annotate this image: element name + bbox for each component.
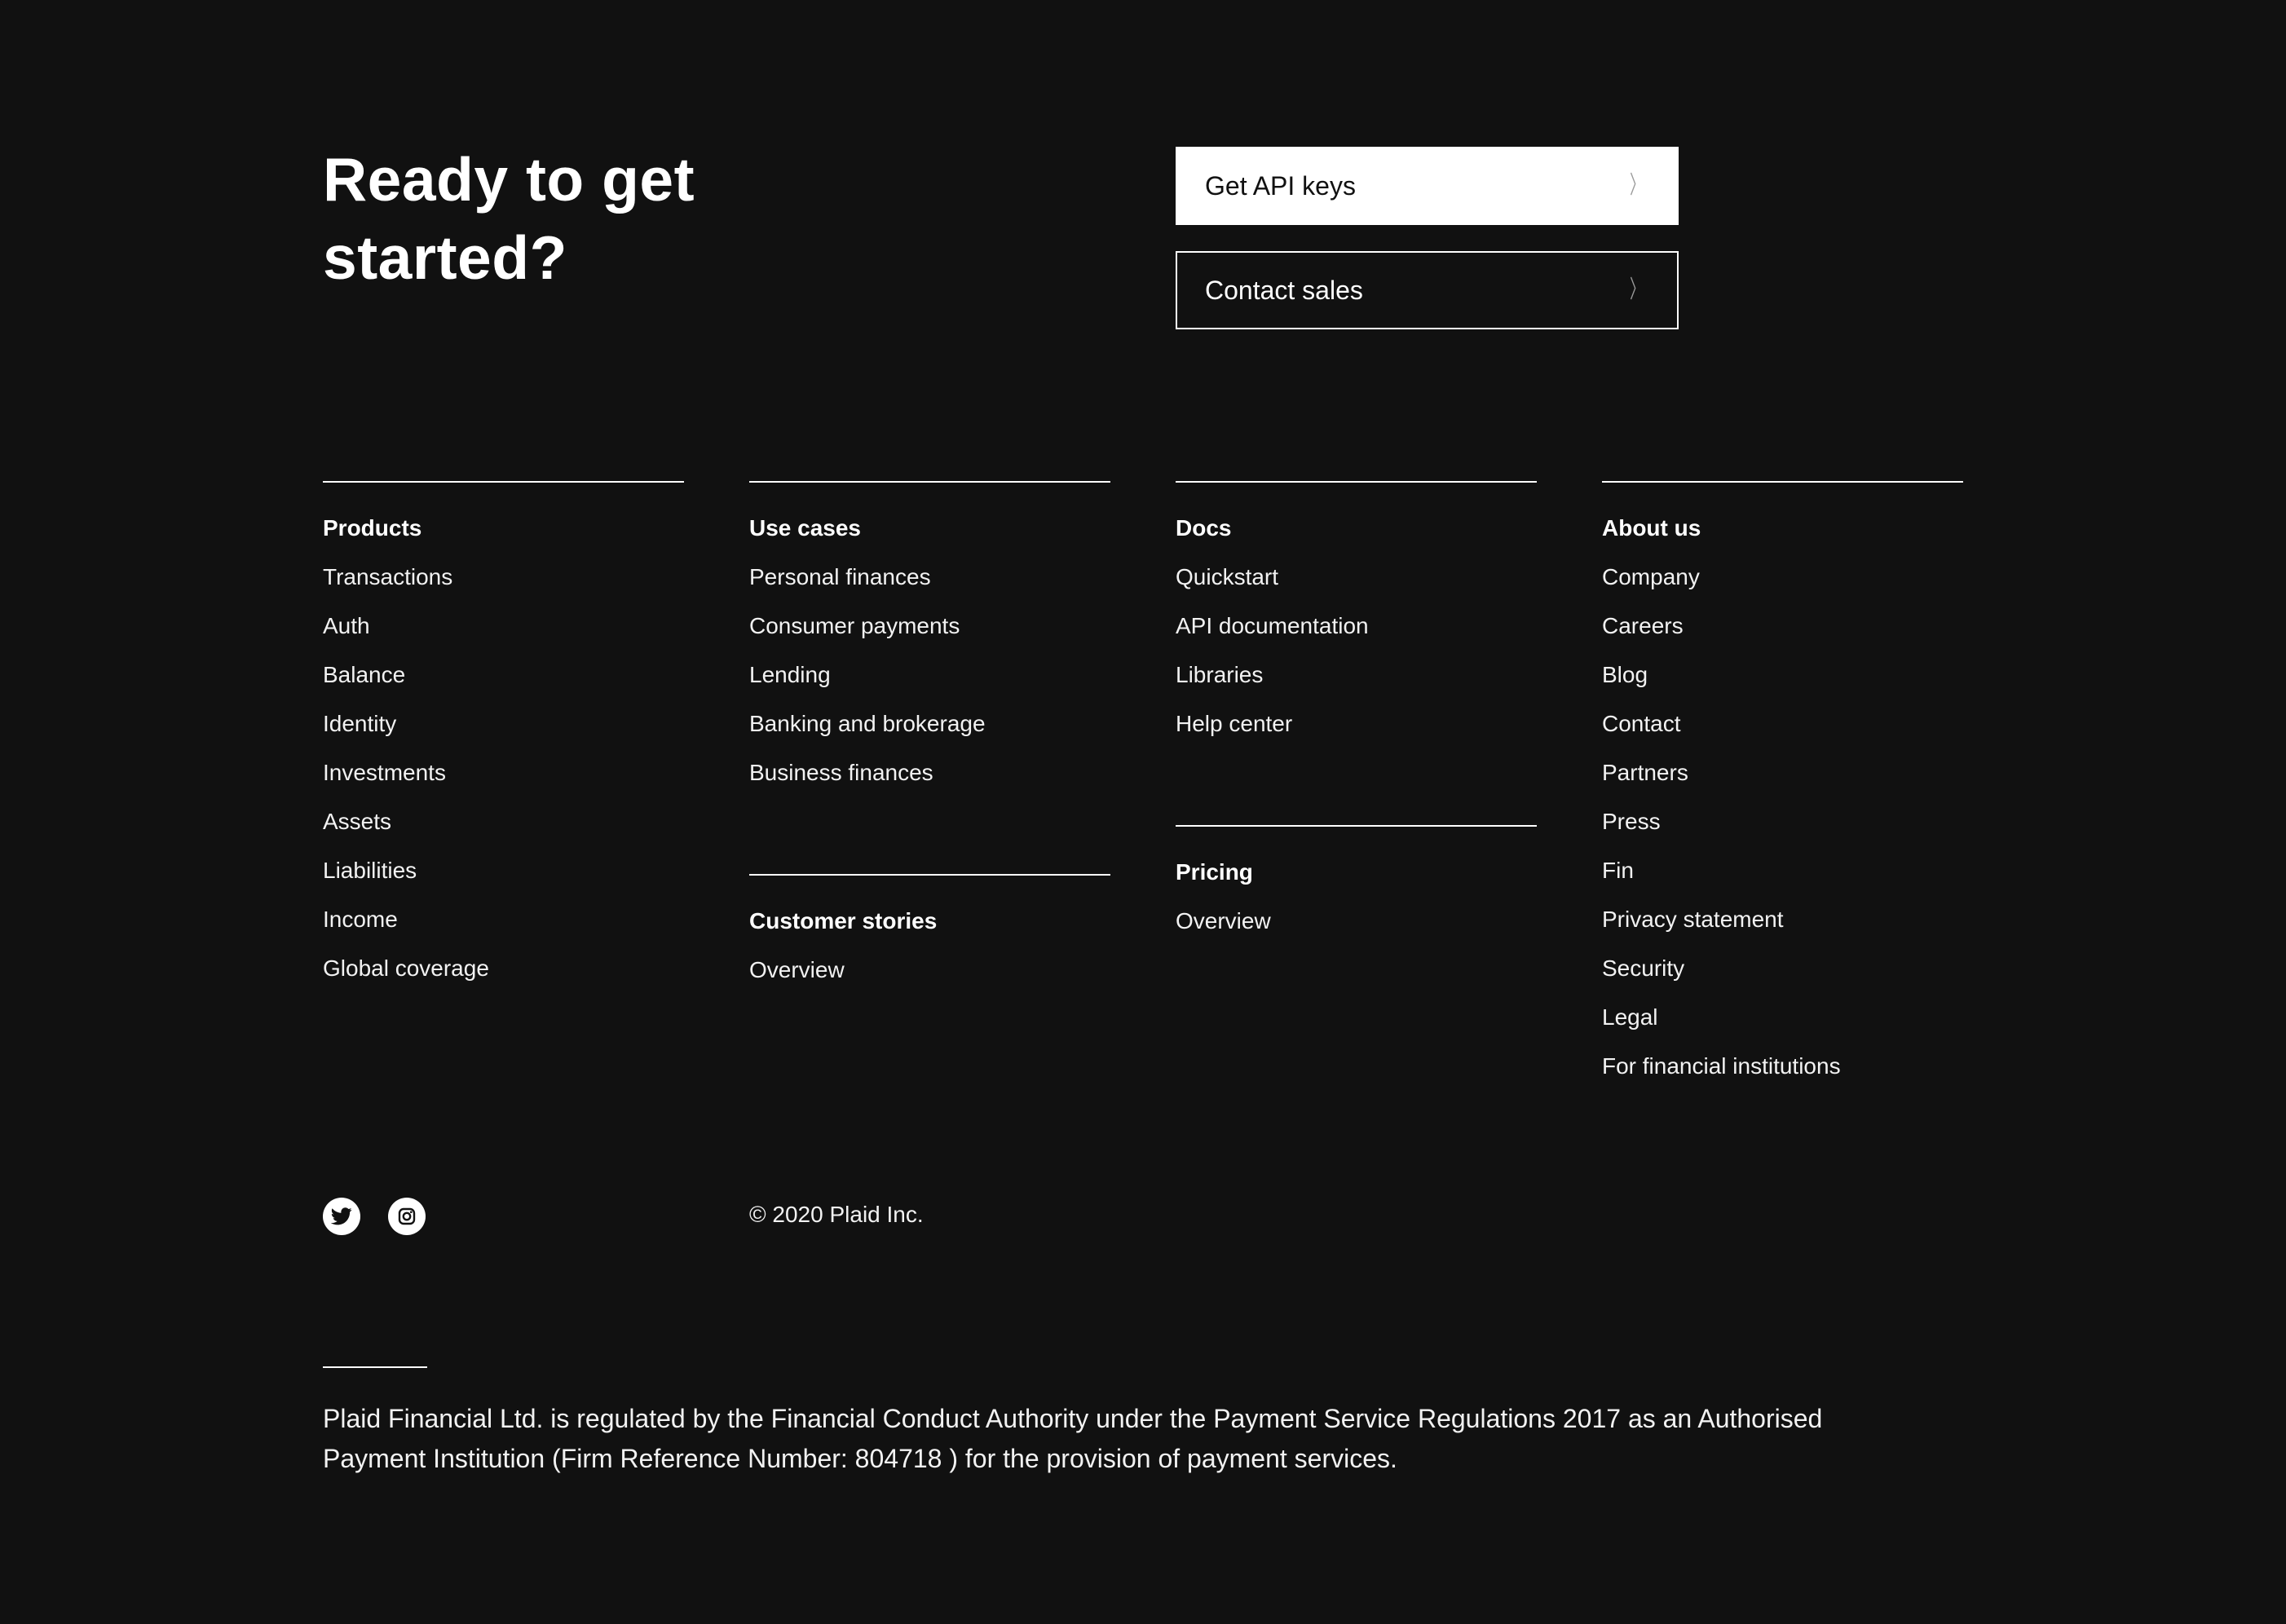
footer-link[interactable]: Income: [323, 905, 684, 934]
footer-link[interactable]: Partners: [1602, 758, 1963, 788]
footer-link[interactable]: Press: [1602, 807, 1963, 836]
column-divider: [749, 481, 1110, 483]
chevron-right-icon: 〉: [1630, 276, 1644, 303]
footer-link[interactable]: Help center: [1176, 709, 1537, 739]
footer-link[interactable]: For financial institutions: [1602, 1052, 1963, 1081]
column-heading-customer-stories: Customer stories: [749, 908, 938, 933]
footer-link[interactable]: Auth: [323, 611, 684, 641]
footer-link[interactable]: Assets: [323, 807, 684, 836]
footer-column-products: Products Transactions Auth Balance Ident…: [323, 481, 684, 1003]
copyright-text: © 2020 Plaid Inc.: [749, 1202, 924, 1227]
footer-link[interactable]: Company: [1602, 563, 1963, 592]
column-divider: [749, 874, 1110, 876]
footer-link[interactable]: Quickstart: [1176, 563, 1537, 592]
footer-link[interactable]: Global coverage: [323, 954, 684, 983]
instagram-glyph: [398, 1207, 416, 1225]
page-title: Ready to get started?: [323, 145, 695, 292]
column-divider: [1602, 481, 1963, 483]
footer-link[interactable]: Banking and brokerage: [749, 709, 1110, 739]
footer-column-docs: Docs Quickstart API documentation Librar…: [1176, 481, 1537, 758]
footer-link[interactable]: Libraries: [1176, 660, 1537, 690]
footer-link[interactable]: Transactions: [323, 563, 684, 592]
footer-link[interactable]: API documentation: [1176, 611, 1537, 641]
link-list-use-cases: Personal finances Consumer payments Lend…: [749, 563, 1110, 788]
link-list-products: Transactions Auth Balance Identity Inves…: [323, 563, 684, 983]
column-divider: [1176, 825, 1537, 827]
footer-link[interactable]: Careers: [1602, 611, 1963, 641]
footer-link[interactable]: Business finances: [749, 758, 1110, 788]
footer-column-use-cases: Use cases Personal finances Consumer pay…: [749, 481, 1110, 807]
footer-link[interactable]: Legal: [1602, 1003, 1963, 1032]
column-heading-use-cases: Use cases: [749, 515, 862, 541]
footer-link[interactable]: Consumer payments: [749, 611, 1110, 641]
twitter-glyph: [331, 1207, 352, 1225]
footer-link[interactable]: Overview: [749, 955, 1110, 985]
footer-link[interactable]: Lending: [749, 660, 1110, 690]
footer-column-customer-stories: Customer stories Overview: [749, 874, 1110, 1004]
link-list-about-us: Company Careers Blog Contact Partners Pr…: [1602, 563, 1963, 1081]
social-links: [323, 1198, 426, 1235]
link-list-pricing: Overview: [1176, 907, 1537, 936]
footer-link[interactable]: Personal finances: [749, 563, 1110, 592]
footer-link[interactable]: Balance: [323, 660, 684, 690]
footer-link[interactable]: Overview: [1176, 907, 1537, 936]
column-heading-docs: Docs: [1176, 515, 1232, 541]
footer-link[interactable]: Security: [1602, 954, 1963, 983]
twitter-icon[interactable]: [323, 1198, 360, 1235]
column-heading-pricing: Pricing: [1176, 859, 1253, 885]
footer-link[interactable]: Liabilities: [323, 856, 684, 885]
link-list-customer-stories: Overview: [749, 955, 1110, 985]
get-api-keys-button[interactable]: Get API keys 〉: [1176, 147, 1679, 225]
footer-link[interactable]: Investments: [323, 758, 684, 788]
footer-link[interactable]: Identity: [323, 709, 684, 739]
chevron-right-icon: 〉: [1630, 172, 1644, 199]
column-heading-about-us: About us: [1602, 515, 1701, 541]
column-heading-products: Products: [323, 515, 422, 541]
link-list-docs: Quickstart API documentation Libraries H…: [1176, 563, 1537, 739]
footer-column-about-us: About us Company Careers Blog Contact Pa…: [1602, 481, 1963, 1101]
column-divider: [323, 481, 684, 483]
legal-divider: [323, 1366, 427, 1368]
footer-link[interactable]: Contact: [1602, 709, 1963, 739]
contact-sales-button[interactable]: Contact sales 〉: [1176, 251, 1679, 329]
regulatory-disclaimer: Plaid Financial Ltd. is regulated by the…: [323, 1404, 1823, 1473]
footer-link[interactable]: Blog: [1602, 660, 1963, 690]
get-api-keys-label: Get API keys: [1205, 170, 1356, 201]
footer-link[interactable]: Privacy statement: [1602, 905, 1963, 934]
footer-column-pricing: Pricing Overview: [1176, 825, 1537, 955]
instagram-icon[interactable]: [388, 1198, 426, 1235]
column-divider: [1176, 481, 1537, 483]
footer-link[interactable]: Fin: [1602, 856, 1963, 885]
contact-sales-label: Contact sales: [1205, 275, 1363, 305]
